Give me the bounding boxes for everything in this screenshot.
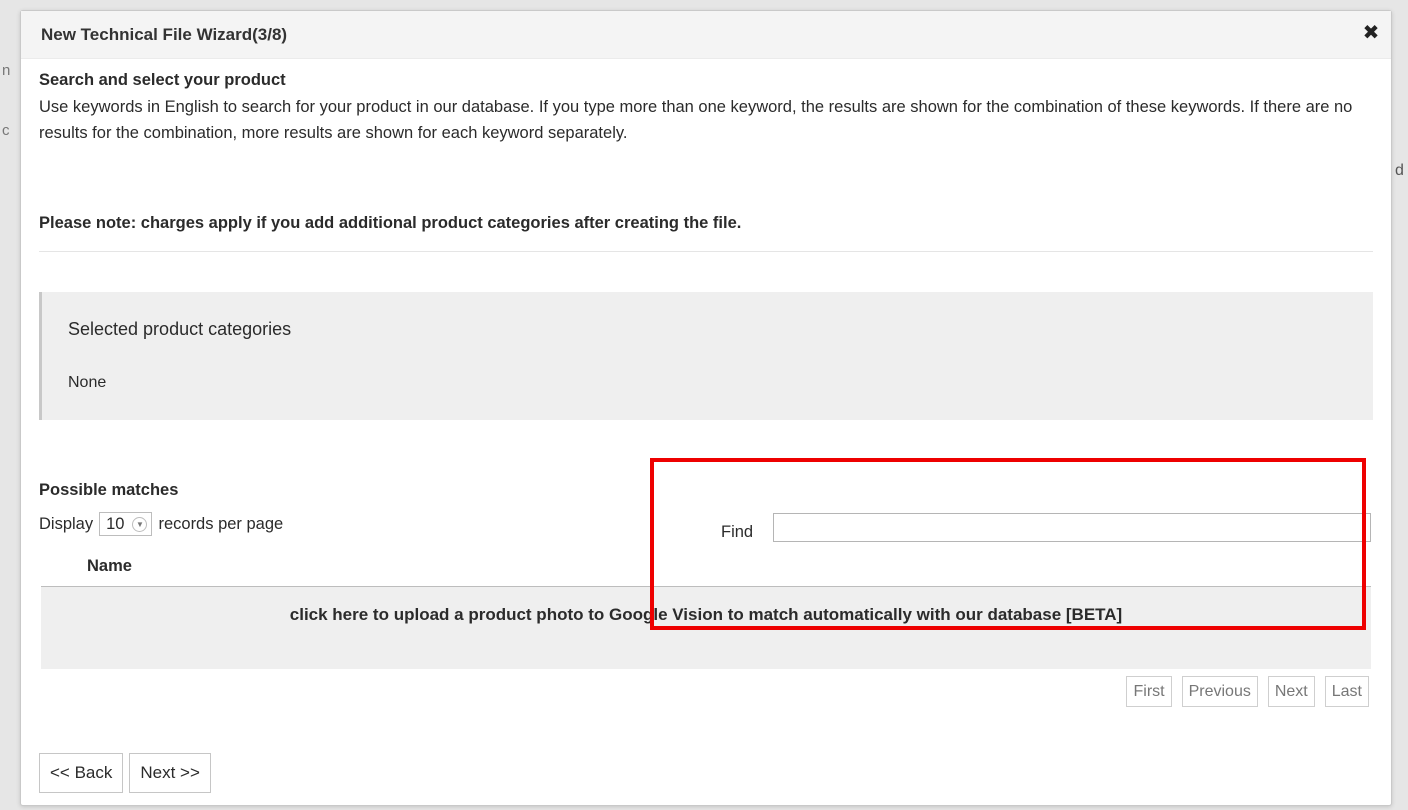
previous-page-button[interactable]: Previous [1181,676,1258,707]
next-button[interactable]: Next >> [129,753,211,793]
background-text-fragment: n [2,62,11,79]
charges-note: Please note: charges apply if you add ad… [39,214,742,232]
wizard-dialog: New Technical File Wizard(3/8) ✖ Search … [20,10,1392,806]
find-input[interactable] [773,513,1371,542]
records-per-page-value: 10 [106,514,125,533]
records-per-page-control: Display 10 ▼ records per page [39,511,283,537]
table-row: click here to upload a product photo to … [41,587,1371,669]
section-heading: Search and select your product [39,71,286,89]
background-text-fragment: d [1395,162,1404,179]
selected-categories-value: None [68,374,107,391]
selected-categories-title: Selected product categories [68,319,292,339]
last-page-button[interactable]: Last [1324,676,1369,707]
display-label: Display [39,514,94,533]
pagination: First Previous Next Last [1126,676,1369,707]
next-page-button[interactable]: Next [1267,676,1315,707]
first-page-button[interactable]: First [1126,676,1172,707]
divider [39,251,1373,252]
upload-photo-link[interactable]: click here to upload a product photo to … [41,605,1371,625]
background-text-fragment: c [2,122,10,139]
records-per-page-select[interactable]: 10 ▼ [99,512,153,536]
wizard-navigation: << Back Next >> [39,753,211,793]
search-instructions: Use keywords in English to search for yo… [39,98,1353,142]
column-header-name[interactable]: Name [87,557,132,576]
find-label: Find [721,523,754,541]
records-per-page-label: records per page [158,514,284,533]
dialog-titlebar: New Technical File Wizard(3/8) ✖ [21,11,1391,59]
dialog-title: New Technical File Wizard(3/8) [41,25,288,44]
selected-categories-panel: Selected product categories None [39,292,1373,420]
chevron-down-icon: ▼ [132,516,148,532]
close-icon[interactable]: ✖ [1361,23,1381,43]
back-button[interactable]: << Back [39,753,124,793]
possible-matches-title: Possible matches [39,481,179,499]
